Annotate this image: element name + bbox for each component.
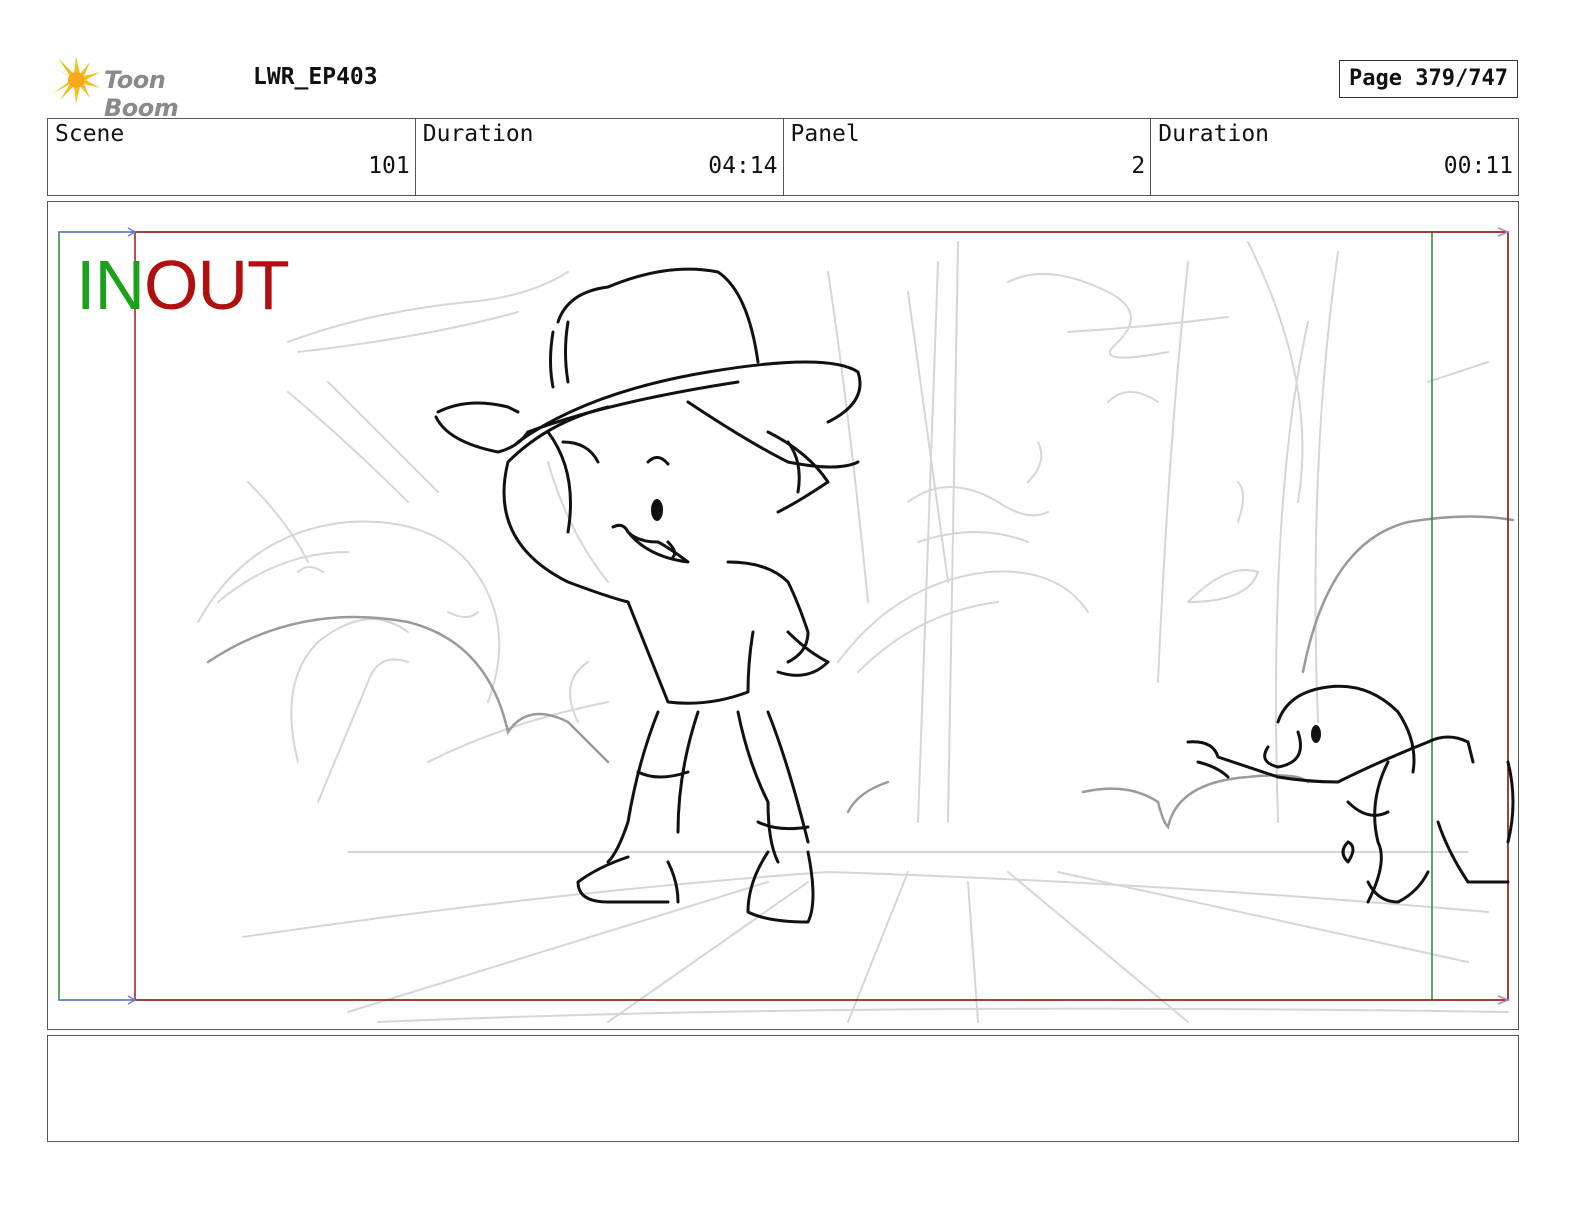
dog-eye <box>1311 725 1321 743</box>
in-frame-guide <box>58 231 1509 1001</box>
girl-eye <box>651 499 663 521</box>
project-title: LWR_EP403 <box>253 64 378 90</box>
girl-character-sketch <box>434 267 862 924</box>
scene-duration-value: 04:14 <box>708 153 778 179</box>
scene-duration-cell: Duration 04:14 <box>416 119 784 195</box>
panel-duration-label: Duration <box>1158 121 1270 147</box>
info-bar: Scene 101 Duration 04:14 Panel 2 Duratio… <box>47 118 1519 196</box>
scene-label: Scene <box>55 121 125 147</box>
scene-duration-label: Duration <box>422 121 534 147</box>
panel-duration-value: 00:11 <box>1443 153 1513 179</box>
storyboard-sketch <box>58 227 1515 1023</box>
out-label: OUT <box>144 246 290 324</box>
scene-value: 101 <box>368 153 410 179</box>
toon-boom-starburst-icon <box>52 56 100 104</box>
storyboard-panel: INOUT <box>47 201 1519 1030</box>
toon-boom-logo: Toon Boom <box>50 54 240 122</box>
panel-notes-box <box>47 1035 1519 1142</box>
scene-cell: Scene 101 <box>48 119 416 195</box>
panel-duration-cell: Duration 00:11 <box>1151 119 1518 195</box>
in-label: IN <box>76 246 145 324</box>
logo-text: Toon Boom <box>104 66 179 122</box>
panel-label: Panel <box>790 121 860 147</box>
dog-character-sketch <box>1186 684 1515 904</box>
panel-cell: Panel 2 <box>784 119 1152 195</box>
in-out-label: INOUT <box>76 250 290 320</box>
page-indicator: Page 379/747 <box>1339 60 1518 98</box>
panel-value: 2 <box>1131 153 1146 179</box>
